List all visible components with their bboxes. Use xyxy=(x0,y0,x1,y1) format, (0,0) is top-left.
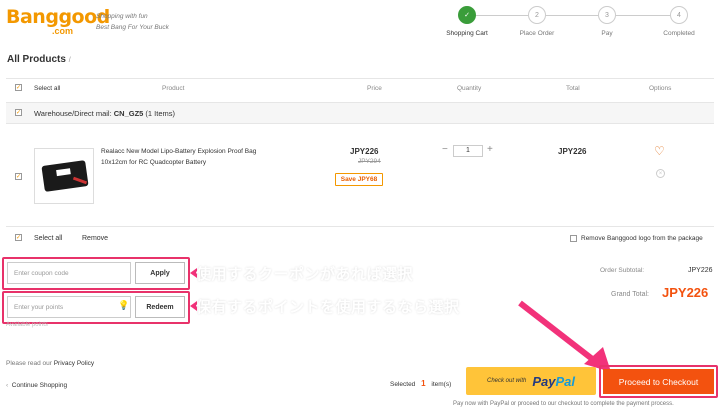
privacy-policy-link[interactable]: Privacy Policy xyxy=(54,360,94,367)
grand-total-label: Grand Total: xyxy=(611,291,650,298)
subtotal-value: JPY226 xyxy=(688,267,713,274)
selected-prefix: Selected xyxy=(390,381,416,388)
annotation-layer xyxy=(190,268,611,372)
selected-number: 1 xyxy=(421,379,426,388)
privacy-prefix: Please read our xyxy=(6,360,54,367)
grand-total-value: JPY226 xyxy=(662,285,709,300)
points-annotation: 保有するポイントを使用するなら選択 xyxy=(196,299,460,316)
pay-note: Pay now with PayPal or proceed to our ch… xyxy=(453,401,674,407)
paypal-checkout-button[interactable]: Check out with PayPal xyxy=(466,367,596,395)
paypal-prefix: Check out with xyxy=(486,378,527,384)
subtotal-label: Order Subtotal: xyxy=(600,267,645,274)
privacy-note: Please read our Privacy Policy xyxy=(6,360,94,367)
chevron-left-icon: ‹ xyxy=(6,382,9,389)
continue-shopping-link[interactable]: ‹ Continue Shopping xyxy=(6,382,67,389)
selected-count: Selected 1 item(s) xyxy=(390,379,451,388)
checkout-arrow-line xyxy=(518,300,602,368)
paypal-logo-pal: Pal xyxy=(555,373,575,389)
continue-shopping-label: Continue Shopping xyxy=(11,382,68,389)
paypal-logo: PayPal xyxy=(532,374,575,389)
proceed-checkout-button[interactable]: Proceed to Checkout xyxy=(603,369,714,394)
paypal-logo-pay: Pay xyxy=(532,373,556,389)
selected-suffix: item(s) xyxy=(431,381,452,388)
coupon-annotation: 使用するクーポンがあれば選択 xyxy=(196,266,414,283)
